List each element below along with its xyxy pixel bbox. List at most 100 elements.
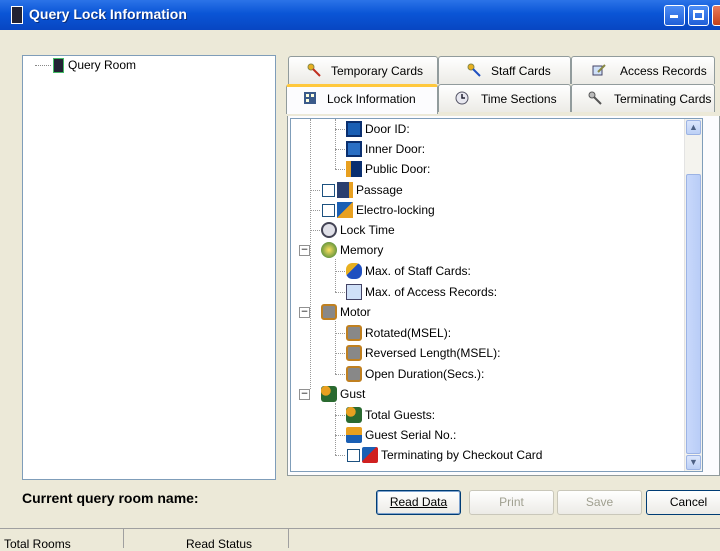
door-icon (346, 161, 362, 177)
tab-staff-cards[interactable]: Staff Cards (438, 56, 571, 84)
tree-item-label: Total Guests: (365, 408, 436, 422)
door-icon (346, 141, 362, 157)
memory-icon (321, 242, 337, 258)
current-room-label: Current query room name: (22, 490, 199, 506)
tree-item-inner-door[interactable]: Inner Door: (346, 140, 425, 158)
guest-card-icon (346, 427, 362, 443)
print-button[interactable]: Print (469, 490, 554, 515)
tree-item-passage[interactable]: Passage (322, 181, 403, 199)
tree-item-label: Max. of Access Records: (365, 285, 498, 299)
clock-icon (455, 91, 469, 105)
tab-label: Access Records (620, 64, 707, 78)
tree-item-electro-locking[interactable]: Electro-locking (322, 201, 435, 219)
guests-icon (346, 407, 362, 423)
tree-item-label: Electro-locking (356, 203, 435, 217)
key-icon (307, 63, 321, 77)
tree-item-label: Lock Time (340, 223, 395, 237)
tree-item-label: Reversed Length(MSEL): (365, 346, 501, 360)
minimize-button[interactable] (664, 5, 685, 26)
records-icon (592, 64, 606, 76)
motor-icon (346, 325, 362, 341)
motor-icon (321, 304, 337, 320)
button-label: Save (585, 495, 614, 509)
title-bar: Query Lock Information (0, 0, 720, 30)
tree-item-label: Rotated(MSEL): (365, 326, 452, 340)
tab-access-records[interactable]: Access Records (571, 56, 715, 84)
tab-label: Lock Information (327, 92, 416, 106)
tree-item-label: Gust (340, 387, 366, 401)
tree-item-terminating-checkout[interactable]: Terminating by Checkout Card (347, 446, 542, 464)
scroll-down-button[interactable]: ▼ (686, 455, 701, 470)
key-icon (346, 263, 362, 279)
cancel-button[interactable]: Cancel (646, 490, 720, 515)
electro-lock-icon (337, 202, 353, 218)
terminating-checkout-checkbox[interactable] (347, 448, 360, 462)
guests-icon (321, 386, 337, 402)
room-tree-panel[interactable]: Query Room (22, 55, 276, 480)
button-label: Cancel (669, 495, 708, 509)
tree-item-label: Public Door: (365, 162, 431, 176)
key-icon (467, 63, 481, 77)
collapse-icon[interactable]: − (299, 307, 310, 318)
close-button[interactable] (712, 5, 720, 26)
tab-strip: Temporary Cards Staff Cards Access Recor… (282, 56, 720, 116)
maximize-button[interactable] (688, 5, 709, 26)
electro-locking-checkbox[interactable] (322, 203, 335, 217)
tree-item-label: Passage (356, 183, 403, 197)
passage-checkbox[interactable] (322, 183, 335, 197)
room-icon (53, 58, 64, 74)
tree-item-max-access-records[interactable]: Max. of Access Records: (346, 283, 497, 301)
tree-item-label: Query Room (68, 58, 137, 72)
lock-info-tree[interactable]: Door ID: Inner Door: Public Door: Passag… (290, 118, 703, 472)
status-read-status: Read Status (124, 529, 289, 551)
scroll-thumb[interactable] (686, 174, 701, 454)
tree-item-motor[interactable]: − Motor (299, 303, 371, 321)
tree-item-label: Guest Serial No.: (365, 428, 457, 442)
collapse-icon[interactable]: − (299, 245, 310, 256)
tree-item-lock-time[interactable]: Lock Time (321, 221, 395, 239)
key-icon (588, 91, 602, 105)
checkout-card-icon (362, 447, 378, 463)
tab-label: Temporary Cards (331, 64, 424, 78)
collapse-icon[interactable]: − (299, 389, 310, 400)
building-icon (304, 92, 316, 104)
button-label: Print (499, 495, 524, 509)
tree-item-open-duration[interactable]: Open Duration(Secs.): (346, 365, 484, 383)
tree-item-reversed-length[interactable]: Reversed Length(MSEL): (346, 344, 500, 362)
tree-item-label: Terminating by Checkout Card (381, 448, 543, 462)
tree-item-memory[interactable]: − Memory (299, 241, 384, 259)
status-bar: Total Rooms Read Status (0, 528, 720, 551)
tab-label: Time Sections (481, 92, 557, 106)
clock-icon (321, 222, 337, 238)
motor-icon (346, 345, 362, 361)
tab-content-lock-information: Door ID: Inner Door: Public Door: Passag… (287, 116, 720, 476)
motor-icon (346, 366, 362, 382)
save-button[interactable]: Save (557, 490, 642, 515)
tree-item-rotated[interactable]: Rotated(MSEL): (346, 324, 451, 342)
tab-lock-information[interactable]: Lock Information (286, 84, 438, 114)
tree-item-label: Max. of Staff Cards: (365, 264, 471, 278)
tree-item-gust[interactable]: − Gust (299, 385, 366, 403)
scroll-up-button[interactable]: ▲ (686, 120, 701, 135)
tab-temporary-cards[interactable]: Temporary Cards (288, 56, 438, 84)
tree-item-door-id[interactable]: Door ID: (346, 120, 410, 138)
records-icon (346, 284, 362, 300)
tree-item-public-door[interactable]: Public Door: (346, 160, 430, 178)
tab-terminating-cards[interactable]: Terminating Cards (571, 84, 715, 112)
tree-item-query-room[interactable]: Query Room (35, 58, 137, 74)
tree-item-total-guests[interactable]: Total Guests: (346, 406, 435, 424)
tree-item-label: Motor (340, 305, 371, 319)
tree-item-guest-serial[interactable]: Guest Serial No.: (346, 426, 456, 444)
read-data-button[interactable]: Read Data (376, 490, 461, 515)
tree-scrollbar[interactable]: ▲ ▼ (684, 119, 702, 471)
button-label: Read Data (389, 495, 448, 509)
tree-item-label: Inner Door: (365, 142, 426, 156)
tree-item-label: Memory (340, 243, 384, 257)
tree-item-max-staff-cards[interactable]: Max. of Staff Cards: (346, 262, 471, 280)
tab-label: Terminating Cards (614, 92, 712, 106)
door-icon (346, 121, 362, 137)
window-title: Query Lock Information (29, 6, 187, 22)
tab-time-sections[interactable]: Time Sections (438, 84, 571, 112)
tab-label: Staff Cards (491, 64, 551, 78)
tree-item-label: Open Duration(Secs.): (365, 367, 485, 381)
